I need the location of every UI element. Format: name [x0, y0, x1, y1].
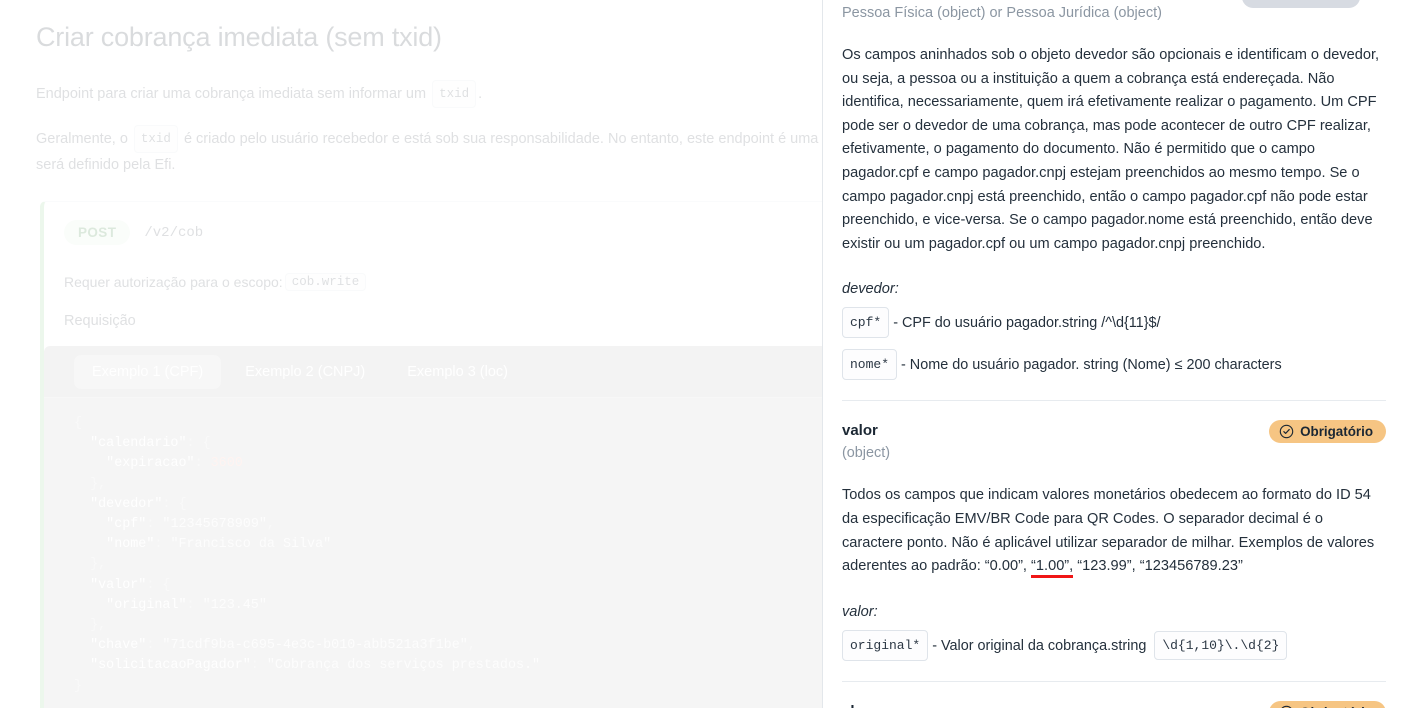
page-title: Criar cobrança imediata (sem txid): [36, 22, 442, 52]
scope-row: Requer autorização para o escopo: cob.wr…: [64, 273, 822, 291]
documentation-pane: Criar cobrança imediata (sem txid) Endpo…: [0, 0, 822, 708]
app-root: Criar cobrança imediata (sem txid) Endpo…: [0, 0, 1404, 708]
devedor-group-title: devedor:: [842, 281, 899, 298]
code-line: "chave": "71cdf9ba-c695-4e3c-b010-abb521…: [90, 638, 476, 654]
code-line: "devedor": {: [90, 496, 187, 512]
valor-property-name: valor: [842, 422, 878, 440]
field-desc-nome: - Nome do usuário pagador. string (Nome)…: [901, 357, 1282, 374]
field-name-original: original*: [842, 629, 929, 661]
tab-exemplo-1-cpf[interactable]: Exemplo 1 (CPF): [74, 355, 222, 389]
code-line: "nome": "Francisco da Silva": [106, 537, 332, 553]
code-line: "original": "123.45": [106, 597, 267, 613]
section-divider: [842, 680, 1386, 682]
request-body-code: { "calendario": { "expiracao": 3600 }, "…: [44, 397, 822, 708]
devedor-field-group: devedor: cpf* - CPF do usuário pagador.s…: [842, 278, 1386, 381]
code-line: },: [90, 618, 107, 634]
intro-paragraph: Endpoint para criar uma cobrança imediat…: [36, 80, 822, 108]
scroll-top-badge-stub[interactable]: [1242, 0, 1360, 8]
secondary-paragraph-part-c: será definido pela Efi.: [36, 157, 176, 173]
valor-property-type: (object): [842, 445, 890, 462]
http-method-badge: POST: [64, 220, 131, 245]
endpoint-card: POST /v2/cob Consultar Requer autorizaçã…: [40, 201, 822, 708]
valor-description-after: “123.99”, “123456789.23”: [1077, 558, 1243, 575]
endpoint-verb-row: POST /v2/cob: [64, 220, 822, 245]
status-badge-obrigatorio: Obrigatório: [1269, 700, 1386, 708]
devedor-description: Os campos aninhados sob o objeto devedor…: [842, 47, 1380, 252]
code-line: }: [74, 678, 83, 694]
schema-details-panel: Pessoa Física (object) or Pessoa Jurídic…: [822, 0, 1404, 708]
chave-property-header: chave string (Chave DICT do recebedor) ≤…: [842, 700, 1386, 708]
scope-label: Requer autorização para o escopo:: [64, 274, 283, 290]
secondary-paragraph: Geralmente, o txid é criado pelo usuário…: [36, 125, 822, 177]
code-line: "expiracao": 3600: [106, 456, 243, 472]
check-circle-icon: [1279, 424, 1294, 439]
status-badge-obrigatorio: Obrigatório: [1269, 420, 1386, 444]
code-line: {: [74, 416, 83, 431]
field-name-cpf: cpf*: [842, 307, 890, 339]
intro-paragraph-suffix: .: [478, 86, 483, 102]
valor-group-title: valor:: [842, 603, 878, 620]
valor-description: Todos os campos que indicam valores mone…: [842, 484, 1386, 579]
status-badge-label: Obrigatório: [1300, 424, 1373, 440]
field-row-cpf: cpf* - CPF do usuário pagador.string /^\…: [842, 307, 1386, 339]
example-tabs: Exemplo 1 (CPF) Exemplo 2 (CNPJ) Exemplo…: [44, 346, 822, 397]
code-line: "calendario": {: [90, 436, 211, 452]
txid-chip: txid: [133, 125, 178, 153]
request-label: Requisição: [64, 313, 136, 329]
section-divider: [842, 400, 1386, 402]
valor-property-header: valor (object) Obrigatório: [842, 420, 1386, 464]
endpoint-path: /v2/cob: [144, 224, 204, 241]
field-row-nome: nome* - Nome do usuário pagador. string …: [842, 349, 1386, 381]
code-line: "solicitacaoPagador": "Cobrança dos serv…: [90, 658, 541, 674]
tab-exemplo-2-cnpj[interactable]: Exemplo 2 (CNPJ): [227, 355, 383, 389]
intro-paragraph-text: Endpoint para criar uma cobrança imediat…: [36, 86, 427, 102]
field-row-original: original* - Valor original da cobrança.s…: [842, 629, 1386, 661]
scope-chip: cob.write: [284, 273, 367, 291]
tab-exemplo-3-loc[interactable]: Exemplo 3 (loc): [389, 355, 526, 389]
chave-property-titles: chave string (Chave DICT do recebedor) ≤…: [842, 701, 1200, 708]
field-name-nome: nome*: [842, 349, 898, 381]
valor-field-group: valor: original* - Valor original da cob…: [842, 601, 1386, 661]
code-line: },: [90, 557, 107, 573]
field-desc-cpf: - CPF do usuário pagador.string /^\d{11}…: [893, 315, 1161, 332]
valor-description-highlight: “1.00”,: [1031, 558, 1074, 579]
valor-property-titles: valor (object): [842, 420, 890, 464]
txid-chip: txid: [432, 80, 477, 108]
chave-property-name: chave: [842, 701, 1200, 708]
field-pattern-original: \d{1,10}\.\d{2}: [1154, 630, 1288, 660]
secondary-paragraph-part-b: é criado pelo usuário recebedor e está s…: [183, 131, 822, 147]
secondary-paragraph-part-a: Geralmente, o: [36, 131, 128, 147]
code-line: "cpf": "12345678909",: [106, 517, 275, 533]
field-desc-original: - Valor original da cobrança.string: [932, 637, 1147, 654]
code-line: },: [90, 476, 107, 492]
code-line: "valor": {: [90, 577, 171, 593]
